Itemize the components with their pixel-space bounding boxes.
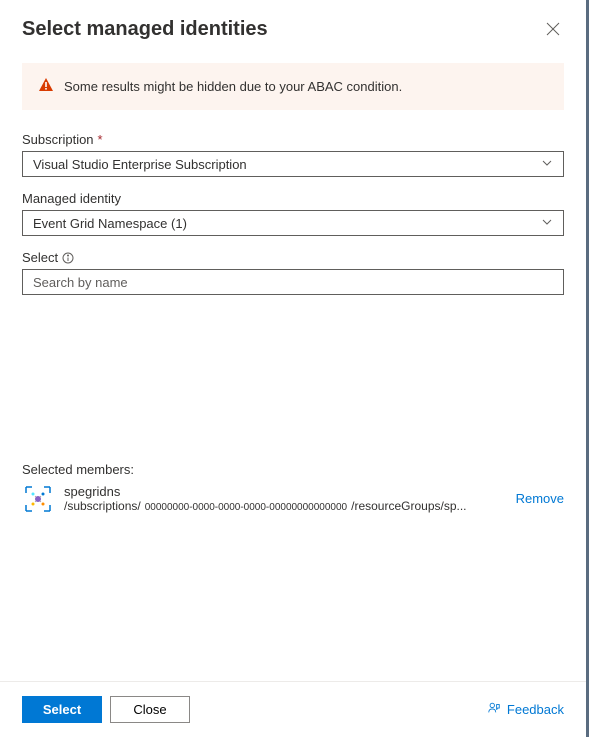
subscription-value: Visual Studio Enterprise Subscription	[33, 157, 247, 172]
warning-icon	[38, 77, 54, 96]
managed-identity-value: Event Grid Namespace (1)	[33, 216, 187, 231]
managed-identity-dropdown[interactable]: Event Grid Namespace (1)	[22, 210, 564, 236]
select-label: Select	[22, 250, 564, 265]
abac-warning-banner: Some results might be hidden due to your…	[22, 63, 564, 110]
subscription-dropdown[interactable]: Visual Studio Enterprise Subscription	[22, 151, 564, 177]
remove-link[interactable]: Remove	[516, 491, 564, 506]
warning-text: Some results might be hidden due to your…	[64, 79, 402, 94]
chevron-down-icon	[541, 157, 553, 172]
feedback-link[interactable]: Feedback	[487, 701, 564, 718]
selected-member-row: spegridns /subscriptions/ 00000000-0000-…	[22, 483, 564, 515]
close-button[interactable]	[542, 18, 564, 43]
select-button[interactable]: Select	[22, 696, 102, 723]
resource-icon	[22, 483, 54, 515]
chevron-down-icon	[541, 216, 553, 231]
search-input[interactable]	[22, 269, 564, 295]
info-icon[interactable]	[62, 252, 74, 264]
close-icon	[546, 23, 560, 39]
required-marker: *	[98, 132, 103, 147]
managed-identity-label: Managed identity	[22, 191, 564, 206]
panel-title: Select managed identities	[22, 18, 268, 41]
subscription-label: Subscription *	[22, 132, 564, 147]
selected-members-heading: Selected members:	[22, 462, 564, 477]
member-path: /subscriptions/ 00000000-0000-0000-0000-…	[64, 499, 506, 513]
feedback-icon	[487, 701, 501, 718]
member-name: spegridns	[64, 484, 506, 499]
close-footer-button[interactable]: Close	[110, 696, 190, 723]
